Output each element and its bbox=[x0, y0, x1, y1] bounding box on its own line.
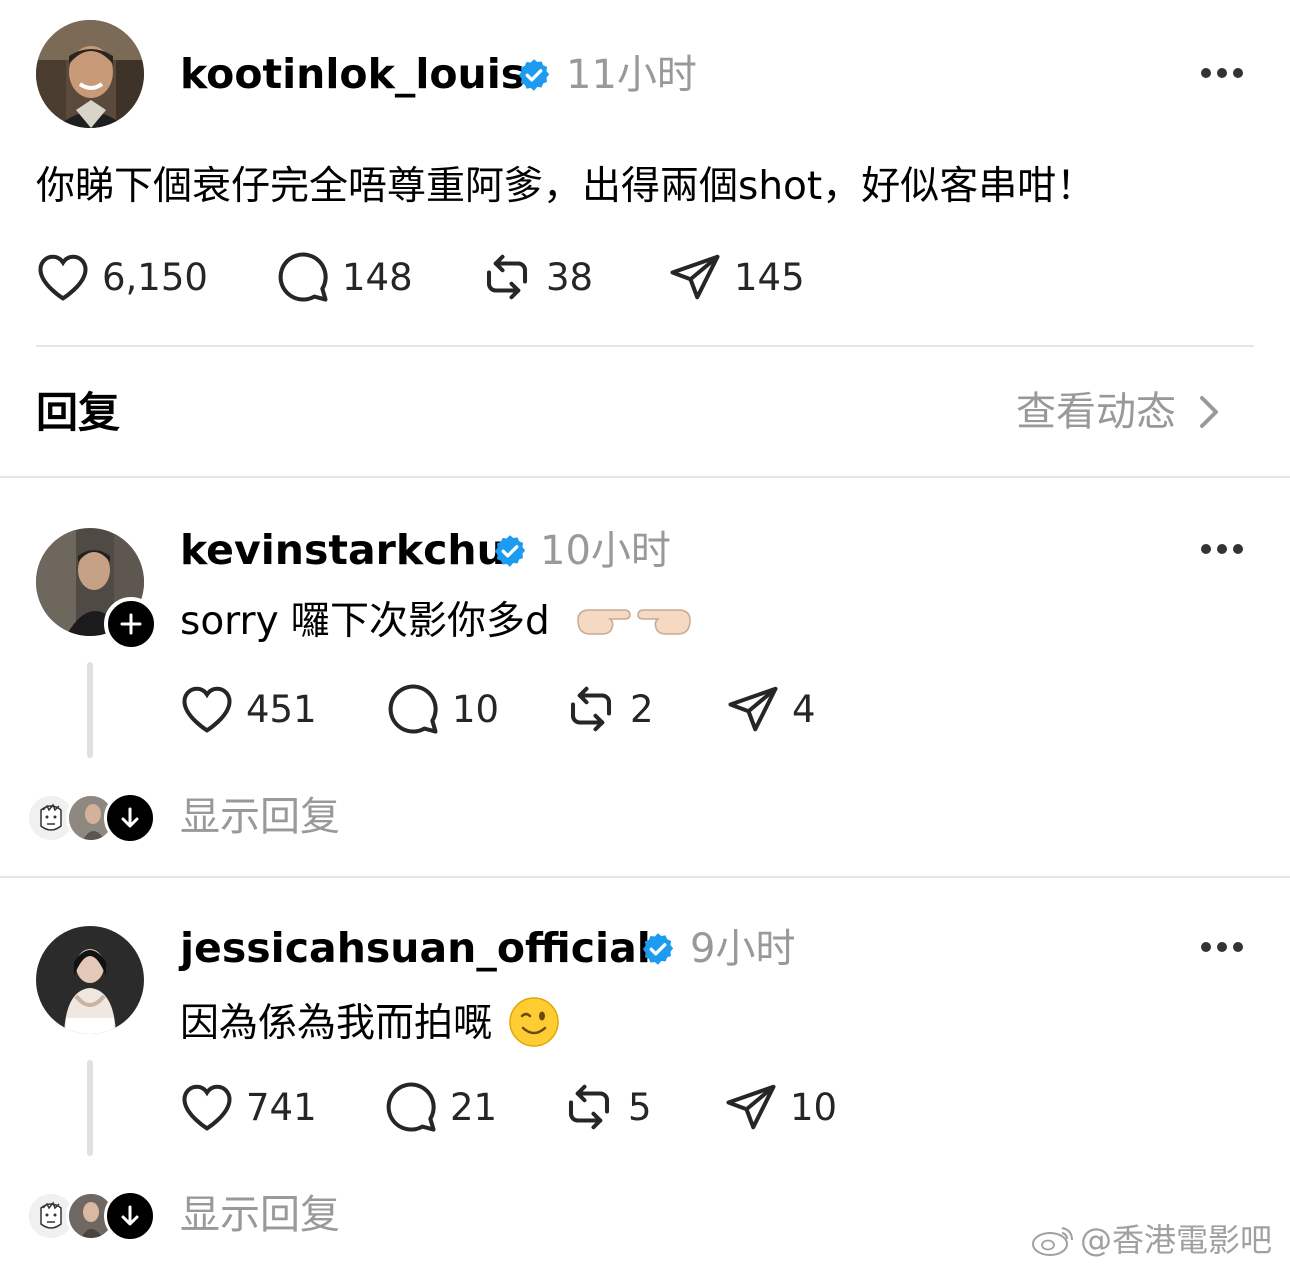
comment-button[interactable]: 21 bbox=[384, 1080, 497, 1134]
divider bbox=[0, 476, 1290, 478]
repost-icon bbox=[570, 686, 612, 732]
verified-badge-icon bbox=[518, 59, 550, 91]
send-icon bbox=[728, 686, 778, 732]
reply-text-content: sorry 囉下次影你多d bbox=[180, 599, 550, 644]
comment-icon bbox=[386, 1082, 436, 1132]
heart-icon bbox=[182, 1084, 232, 1131]
more-options-icon[interactable] bbox=[1200, 941, 1244, 953]
post-text: 你睇下個衰仔完全唔尊重阿爹，出得兩個shot，好似客串咁！ bbox=[36, 164, 1096, 209]
share-button[interactable]: 145 bbox=[668, 250, 805, 304]
reply-author-username[interactable]: jessicahsuan_official bbox=[180, 928, 651, 969]
reply-text: 因為係為我而拍嘅 bbox=[180, 996, 560, 1055]
comment-count: 148 bbox=[342, 255, 413, 299]
show-replies-link[interactable]: 显示回复 bbox=[180, 797, 340, 837]
like-button[interactable]: 451 bbox=[180, 682, 317, 736]
share-count: 10 bbox=[790, 1085, 838, 1129]
share-button[interactable]: 4 bbox=[726, 682, 816, 736]
reply-text: sorry 囉下次影你多d bbox=[180, 598, 694, 649]
winking-face-emoji bbox=[508, 996, 560, 1055]
weibo-logo-icon bbox=[1032, 1227, 1073, 1256]
pointing-fingers-emoji bbox=[574, 598, 694, 649]
show-replies-down-button[interactable] bbox=[104, 792, 156, 844]
repost-count: 5 bbox=[628, 1085, 652, 1129]
follow-plus-button[interactable] bbox=[104, 597, 158, 651]
plus-icon bbox=[120, 613, 142, 635]
like-button[interactable]: 6,150 bbox=[36, 250, 208, 304]
view-activity-label: 查看动态 bbox=[1016, 389, 1176, 435]
share-button[interactable]: 10 bbox=[724, 1080, 837, 1134]
repost-icon bbox=[568, 1084, 610, 1130]
like-button[interactable]: 741 bbox=[180, 1080, 317, 1134]
repost-count: 2 bbox=[630, 687, 654, 731]
reply-author-username[interactable]: kevinstarkchu bbox=[180, 530, 506, 571]
reply-author-avatar[interactable] bbox=[36, 926, 144, 1034]
comment-icon bbox=[278, 252, 328, 302]
verified-badge-icon bbox=[642, 933, 674, 965]
heart-icon bbox=[38, 254, 88, 301]
repost-button[interactable]: 5 bbox=[562, 1080, 652, 1134]
repost-button[interactable]: 38 bbox=[480, 250, 593, 304]
share-count: 145 bbox=[734, 255, 805, 299]
weibo-watermark: @香港電影吧 bbox=[1030, 1222, 1272, 1258]
arrow-down-icon bbox=[121, 807, 139, 828]
like-count: 451 bbox=[246, 687, 317, 731]
show-replies-down-button[interactable] bbox=[104, 1190, 156, 1242]
view-activity-link[interactable]: 查看动态 bbox=[1016, 392, 1222, 432]
repost-count: 38 bbox=[546, 255, 594, 299]
send-icon bbox=[726, 1084, 776, 1130]
more-options-icon[interactable] bbox=[1200, 543, 1244, 555]
comment-count: 10 bbox=[452, 687, 500, 731]
replies-title: 回复 bbox=[36, 388, 121, 437]
comment-button[interactable]: 148 bbox=[276, 250, 413, 304]
post-author-avatar[interactable] bbox=[36, 20, 144, 128]
send-icon bbox=[670, 254, 720, 300]
like-count: 741 bbox=[246, 1085, 317, 1129]
divider bbox=[36, 345, 1254, 347]
chevron-right-icon bbox=[1200, 396, 1218, 428]
repost-button[interactable]: 2 bbox=[564, 682, 654, 736]
comment-icon bbox=[388, 684, 438, 734]
show-replies-link[interactable]: 显示回复 bbox=[180, 1195, 340, 1235]
reply-time: 10小时 bbox=[540, 528, 671, 574]
thread-line bbox=[87, 662, 93, 758]
share-count: 4 bbox=[792, 687, 816, 731]
arrow-down-icon bbox=[121, 1205, 139, 1226]
heart-icon bbox=[182, 686, 232, 733]
reply-time: 9小时 bbox=[690, 926, 796, 972]
repost-icon bbox=[486, 254, 528, 300]
post-time: 11小时 bbox=[566, 52, 697, 98]
comment-button[interactable]: 10 bbox=[386, 682, 499, 736]
watermark-text: @香港電影吧 bbox=[1080, 1221, 1273, 1259]
divider bbox=[0, 876, 1290, 878]
post-author-username[interactable]: kootinlok_louis bbox=[180, 54, 525, 95]
comment-count: 21 bbox=[450, 1085, 498, 1129]
more-options-icon[interactable] bbox=[1200, 67, 1244, 79]
verified-badge-icon bbox=[494, 535, 526, 567]
like-count: 6,150 bbox=[102, 255, 208, 299]
thread-line bbox=[87, 1060, 93, 1156]
reply-text-content: 因為係為我而拍嘅 bbox=[180, 1001, 493, 1046]
